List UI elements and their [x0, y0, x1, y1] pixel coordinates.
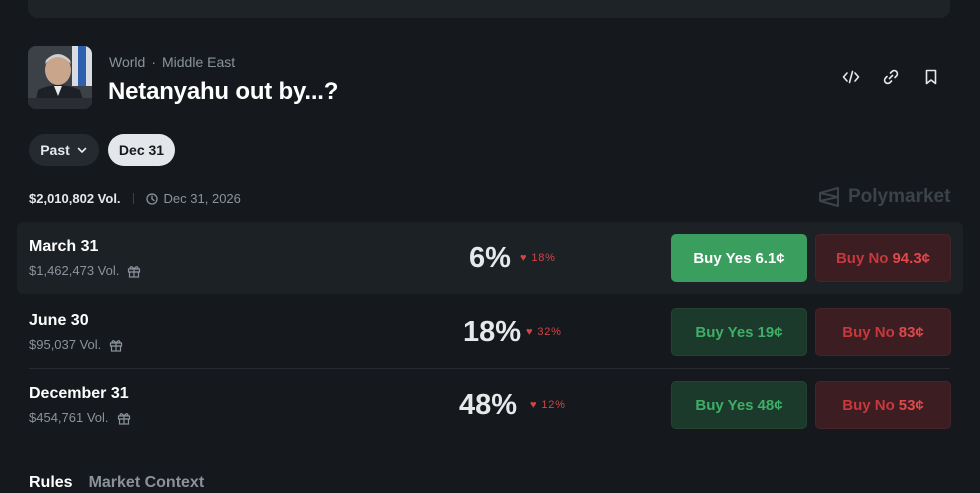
market-change-value: 32%: [537, 326, 562, 338]
buy-yes-button[interactable]: Buy Yes 19¢: [671, 308, 807, 356]
buy-no-price: 94.3¢: [892, 249, 931, 267]
buy-no-button[interactable]: Buy No 94.3¢: [815, 234, 951, 282]
title-actions: [840, 66, 942, 88]
meta-divider: [132, 193, 134, 204]
market-volume: $1,462,473 Vol.: [29, 263, 141, 278]
buy-yes-label: Buy Yes: [695, 323, 754, 341]
link-icon: [883, 69, 899, 85]
buy-yes-price: 19¢: [757, 323, 783, 341]
buy-yes-button[interactable]: Buy Yes 6.1¢: [671, 234, 807, 282]
tab-market-context[interactable]: Market Context: [89, 474, 205, 492]
buy-no-label: Buy No: [842, 323, 895, 341]
breadcrumb: World · Middle East: [109, 54, 235, 70]
bookmark-icon: [925, 69, 937, 85]
market-volume: $95,037 Vol.: [29, 337, 123, 352]
end-date: Dec 31, 2026: [145, 191, 241, 206]
market-row[interactable]: March 31 $1,462,473 Vol. 6% ♥ 18% Buy Ye…: [17, 222, 963, 294]
buy-no-price: 83¢: [898, 323, 924, 341]
breadcrumb-separator: ·: [151, 54, 156, 70]
market-change-value: 18%: [531, 252, 556, 264]
gift-icon[interactable]: [127, 264, 141, 278]
market-volume: $454,761 Vol.: [29, 410, 131, 425]
buy-no-price: 53¢: [898, 396, 924, 414]
market-volume-text: $1,462,473 Vol.: [29, 263, 120, 278]
market-change: ♥ 18%: [520, 252, 556, 264]
past-dropdown-label: Past: [40, 142, 70, 158]
total-volume: $2,010,802 Vol.: [29, 191, 121, 206]
buy-yes-price: 6.1¢: [755, 249, 785, 267]
buy-no-button[interactable]: Buy No 83¢: [815, 308, 951, 356]
brand-name: Polymarket: [848, 186, 951, 207]
market-probability: 48%: [459, 389, 518, 421]
code-icon: [842, 70, 860, 84]
market-row[interactable]: June 30 $95,037 Vol. 18% ♥ 32% Buy Yes 19…: [17, 296, 963, 368]
breadcrumb-category[interactable]: World: [109, 54, 145, 70]
portrait-image: [28, 46, 92, 109]
polymarket-logo-icon: [819, 187, 839, 207]
market-name: December 31: [29, 385, 129, 402]
buy-no-button[interactable]: Buy No 53¢: [815, 381, 951, 429]
market-name: March 31: [29, 238, 99, 255]
heart-down-icon: ♥: [520, 252, 528, 264]
breadcrumb-subcategory[interactable]: Middle East: [162, 54, 235, 70]
market-thumbnail: [28, 46, 92, 109]
market-change: ♥ 12%: [530, 399, 566, 411]
market-row[interactable]: December 31 $454,761 Vol. 48% ♥ 12% Buy …: [17, 369, 963, 441]
previous-card: [28, 0, 950, 18]
gift-icon[interactable]: [117, 411, 131, 425]
buy-yes-button[interactable]: Buy Yes 48¢: [671, 381, 807, 429]
chevron-down-icon: [76, 144, 88, 156]
market-volume-text: $454,761 Vol.: [29, 410, 109, 425]
polymarket-logo: Polymarket: [818, 186, 950, 208]
market-probability: 18%: [463, 316, 522, 348]
bookmark-button[interactable]: [920, 66, 942, 88]
market-name: June 30: [29, 312, 89, 329]
market-change: ♥ 32%: [526, 326, 562, 338]
market-meta: $2,010,802 Vol. Dec 31, 2026: [29, 191, 241, 206]
heart-down-icon: ♥: [530, 399, 538, 411]
page-title: Netanyahu out by...?: [108, 78, 339, 105]
heart-down-icon: ♥: [526, 326, 534, 338]
embed-button[interactable]: [840, 66, 862, 88]
clock-icon: [145, 192, 158, 205]
market-probability: 6%: [469, 242, 511, 274]
market-change-value: 12%: [541, 399, 566, 411]
buy-yes-label: Buy Yes: [693, 249, 752, 267]
buy-no-label: Buy No: [842, 396, 895, 414]
date-filter-label: Dec 31: [118, 142, 165, 158]
tab-rules[interactable]: Rules: [29, 474, 73, 492]
past-dropdown[interactable]: Past: [29, 134, 99, 166]
date-filter-dec-31[interactable]: Dec 31: [108, 134, 175, 166]
buy-no-label: Buy No: [835, 249, 889, 267]
market-volume-text: $95,037 Vol.: [29, 337, 102, 352]
buy-yes-price: 48¢: [757, 396, 783, 414]
buy-yes-label: Buy Yes: [695, 396, 754, 414]
detail-tabs: Rules Market Context: [29, 474, 204, 492]
gift-icon[interactable]: [109, 338, 123, 352]
copy-link-button[interactable]: [880, 66, 902, 88]
end-date-text: Dec 31, 2026: [163, 191, 241, 206]
